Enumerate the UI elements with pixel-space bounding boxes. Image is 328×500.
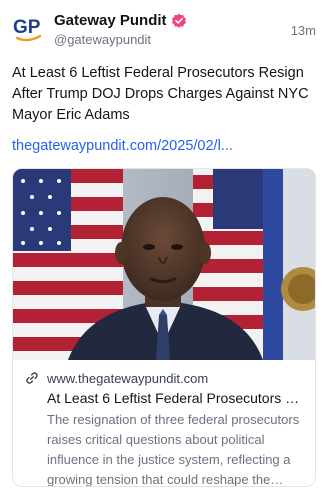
verified-badge-icon xyxy=(171,13,187,29)
post-link[interactable]: thegatewaypundit.com/2025/02/l... xyxy=(12,137,233,156)
post[interactable]: GP Gateway Pundit @gatewaypundit 13m At … xyxy=(0,0,328,500)
link-preview-card[interactable]: www.thegatewaypundit.com At Least 6 Left… xyxy=(12,168,316,487)
link-icon xyxy=(25,371,39,385)
post-text: At Least 6 Leftist Federal Prosecutors R… xyxy=(12,65,309,123)
avatar[interactable]: GP xyxy=(12,12,44,44)
card-domain-row: www.thegatewaypundit.com xyxy=(25,369,307,387)
gateway-pundit-logo: GP xyxy=(13,17,42,42)
author-name[interactable]: Gateway Pundit xyxy=(54,12,187,30)
card-thumbnail xyxy=(13,169,315,360)
svg-text:GP: GP xyxy=(13,17,41,38)
author-name-text: Gateway Pundit xyxy=(54,12,167,29)
card-title: At Least 6 Leftist Federal Prosecutors R… xyxy=(47,390,309,406)
card-domain: www.thegatewaypundit.com xyxy=(47,370,209,386)
card-meta: www.thegatewaypundit.com At Least 6 Left… xyxy=(25,369,309,487)
post-timestamp: 13m xyxy=(290,23,316,38)
author-handle[interactable]: @gatewaypundit xyxy=(54,32,151,48)
card-description: The resignation of three federal prosecu… xyxy=(47,412,300,487)
